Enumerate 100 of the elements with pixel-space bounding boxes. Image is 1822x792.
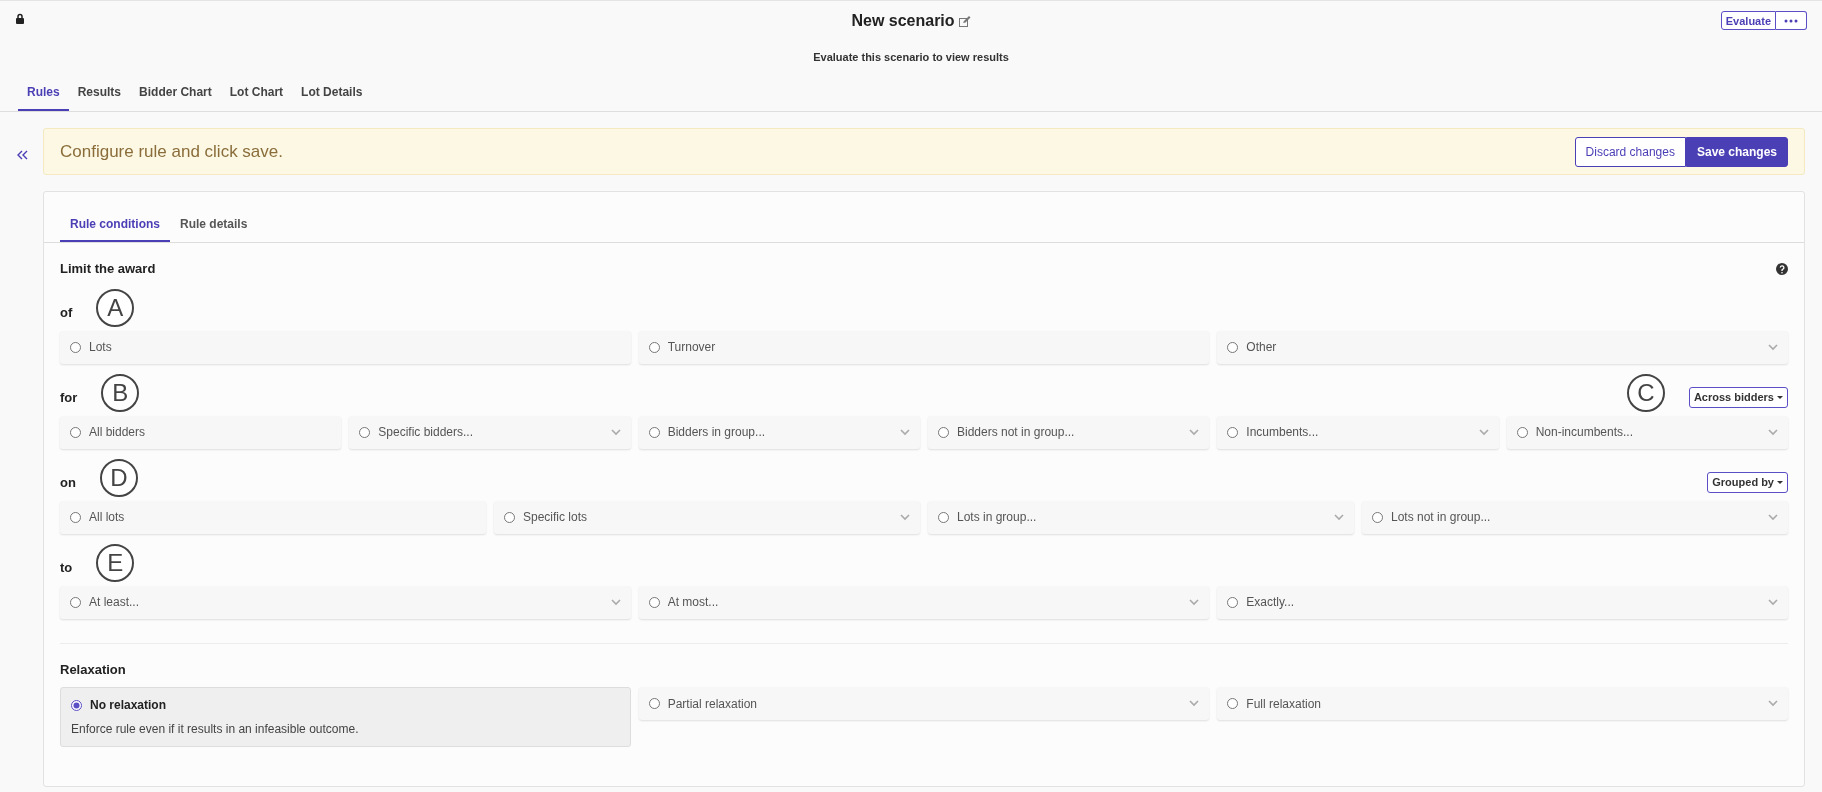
tab[interactable]: Lot Details [292,78,372,111]
radio-button[interactable] [70,426,81,438]
group-label: of [60,304,73,322]
chevron-icon [1768,343,1778,351]
chevron-icon [1189,598,1200,606]
chevron-icon [900,428,910,436]
dropdown-option[interactable]: Bidders not in group... [928,415,1210,449]
dropdown-option[interactable]: At most... [638,585,1210,619]
radio-option[interactable]: Turnover [638,330,1210,364]
radio-button[interactable] [648,426,660,438]
lock-icon [15,13,25,24]
option-label: No relaxation [90,697,167,714]
chevron-icon [610,598,621,606]
option-label: At least... [89,594,140,611]
tab[interactable]: Rules [18,78,69,111]
chevron-icon [1768,700,1778,707]
dropdown-option[interactable]: At least... [60,585,631,619]
radio-option[interactable]: Lots [60,330,631,364]
chevron-icon [1189,428,1200,436]
tab[interactable]: Rule conditions [60,210,170,242]
toggle-dropdown[interactable]: Across bidders [1688,387,1788,408]
caret-icon [1777,480,1783,484]
option-label: Specific lots [523,509,588,526]
radio-button[interactable] [938,511,949,523]
radio-option[interactable]: All lots [60,500,486,534]
radio-button[interactable] [70,596,81,608]
radio-option[interactable]: No relaxation Enforce rule even if it results in an infeasible outcome. [60,687,631,747]
evaluate-button[interactable]: Evaluate [1720,11,1776,30]
chevron-icon [1189,700,1200,707]
tab[interactable]: Bidder Chart [130,78,221,111]
option-label: Full relaxation [1246,695,1322,713]
option-label: Specific bidders... [378,424,474,441]
chevron-icon [1768,598,1778,606]
section-title: Relaxation [60,660,127,679]
dropdown-option[interactable]: Specific lots [494,500,920,534]
tab[interactable]: Lot Chart [220,78,293,111]
callout-marker: B [101,373,140,412]
radio-button[interactable] [359,426,371,438]
radio-button[interactable] [1227,596,1239,608]
banner-button[interactable]: Discard changes [1574,136,1686,167]
radio-button[interactable] [1227,341,1239,353]
collapse-icon [15,150,28,160]
callout-marker: E [96,543,135,582]
banner-button[interactable]: Save changes [1685,136,1788,167]
radio-button[interactable] [1372,511,1383,523]
radio-button[interactable] [1227,698,1239,709]
tab[interactable]: Rule details [170,210,258,242]
dropdown-option[interactable]: Bidders in group... [638,415,920,449]
subtitle: Evaluate this scenario to view results [812,50,1010,65]
option-label: All bidders [89,424,146,441]
option-label: Bidders not in group... [957,424,1075,441]
option-label: Non-incumbents... [1535,424,1634,441]
section-title: Limit the award [60,260,156,278]
dropdown-option[interactable]: Partial relaxation [638,687,1210,720]
chevron-icon [1768,513,1778,521]
more-icon [1784,18,1798,23]
dropdown-option[interactable]: Lots not in group... [1362,500,1788,534]
toggle-dropdown[interactable]: Grouped by [1707,472,1788,493]
option-label: All lots [89,509,125,526]
radio-button[interactable] [938,426,949,438]
dropdown-option[interactable]: Exactly... [1217,585,1788,619]
radio-button[interactable] [648,698,660,709]
option-label: Exactly... [1246,594,1295,611]
radio-button[interactable] [1227,426,1239,438]
chevron-icon [1768,428,1778,436]
group-label: to [60,559,73,577]
radio-button[interactable] [70,511,81,523]
dropdown-option[interactable]: Full relaxation [1217,687,1788,720]
edit-icon [958,15,971,27]
banner-message: Configure rule and click save. [60,140,283,163]
radio-button[interactable] [648,341,660,353]
toggle-label: Across bidders [1693,390,1774,405]
radio-button[interactable] [70,341,81,353]
option-label: Lots in group... [957,509,1037,526]
option-label: Other [1246,339,1277,356]
callout-marker: D [99,458,138,497]
option-label: At most... [667,594,719,611]
tab[interactable]: Results [68,78,131,111]
radio-button[interactable] [648,596,660,608]
dropdown-option[interactable]: Lots in group... [928,500,1354,534]
group-label: on [60,474,76,492]
dropdown-option[interactable]: Non-incumbents... [1506,415,1788,449]
dropdown-option[interactable]: Incumbents... [1217,415,1499,449]
option-label: Partial relaxation [667,695,758,713]
radio-button[interactable] [1516,426,1528,438]
chevron-icon [1478,428,1489,436]
option-label: Incumbents... [1246,424,1319,441]
dropdown-option[interactable]: Specific bidders... [349,415,631,449]
radio-button[interactable] [71,699,82,711]
callout-marker: A [96,288,135,327]
radio-option[interactable]: All bidders [60,415,342,449]
chevron-icon [1334,513,1344,521]
chevron-icon [610,428,621,436]
dropdown-option[interactable]: Other [1217,330,1788,364]
radio-button[interactable] [504,511,515,523]
caret-icon [1777,395,1783,399]
help-icon [1776,262,1788,275]
toggle-label: Grouped by [1712,475,1774,490]
more-button[interactable] [1776,11,1807,30]
scenario-title: New scenario [851,11,955,31]
